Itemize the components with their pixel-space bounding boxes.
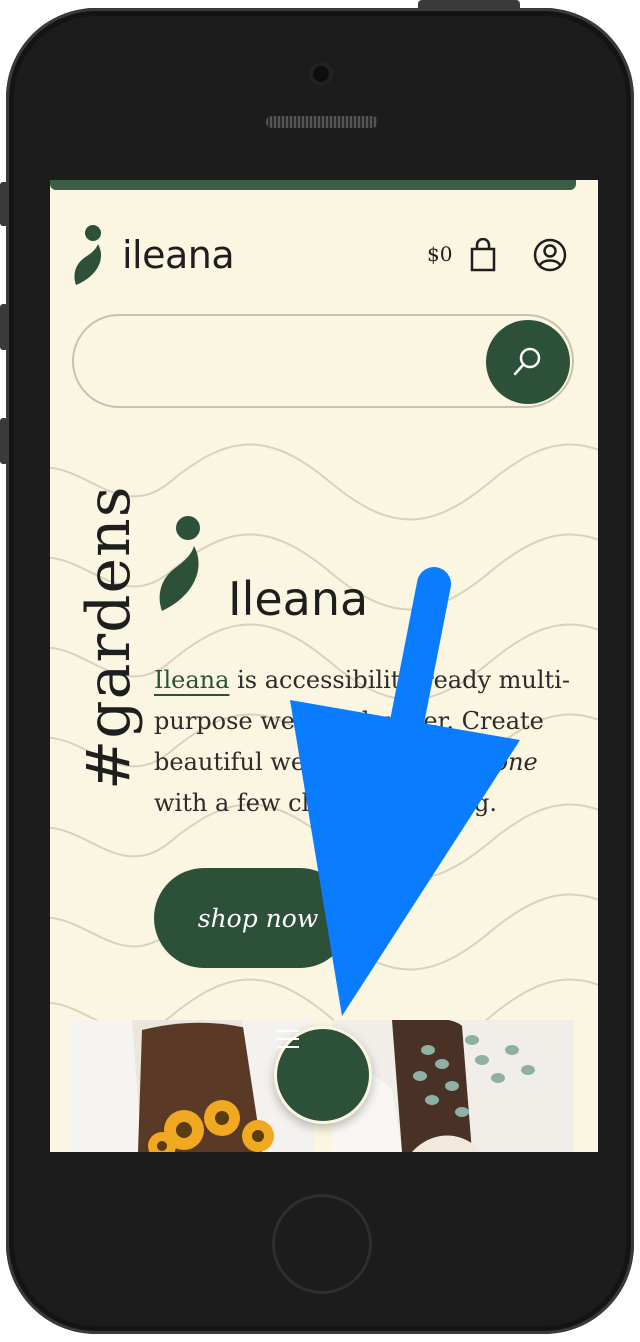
shop-now-button[interactable]: shop now	[154, 868, 350, 968]
user-account-icon[interactable]	[533, 238, 567, 272]
search-input[interactable]	[100, 338, 484, 384]
earpiece-speaker	[266, 116, 378, 128]
hamburger-menu-icon	[277, 1030, 299, 1048]
phone-screen: ileana $0 #gardens Ileana Ileana is acce…	[50, 180, 598, 1152]
cart-total[interactable]: $0	[427, 242, 452, 266]
logo-icon[interactable]	[72, 224, 108, 286]
hero-title: Ileana	[228, 572, 369, 626]
brand-link[interactable]: Ileana	[154, 666, 229, 694]
brand-name[interactable]: ileana	[122, 233, 235, 277]
search-button[interactable]	[486, 320, 570, 404]
volume-up-button	[0, 304, 8, 350]
home-button[interactable]	[272, 1194, 372, 1294]
hero-text-part-2: with a few clicks of nothing.	[154, 789, 497, 817]
power-button	[418, 0, 520, 10]
hero-description: Ileana is accessibility-ready multi-purp…	[154, 660, 584, 824]
menu-button[interactable]	[274, 1026, 372, 1124]
vertical-hashtag: #gardens	[74, 485, 144, 790]
front-camera	[309, 62, 333, 86]
search-icon	[513, 347, 541, 376]
shopping-bag-icon[interactable]	[470, 238, 496, 272]
top-banner-strip	[50, 180, 576, 190]
hero-logo-icon	[159, 516, 200, 611]
volume-down-button	[0, 418, 8, 464]
hero-text-emphasis: everyone	[426, 748, 538, 776]
mute-switch	[0, 182, 8, 226]
